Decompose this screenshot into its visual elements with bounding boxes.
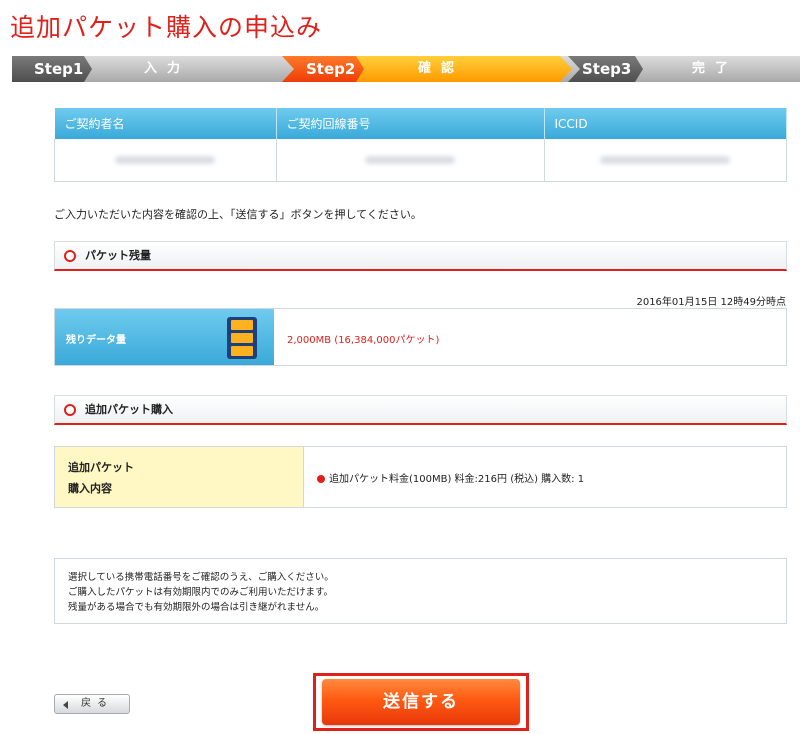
notes-box: 選択している携帯電話番号をご確認のうえ、ご購入ください。 ご購入したパケットは有… [54, 558, 787, 624]
note-line: ご購入したパケットは有効期限内でのみご利用いただけます。 [68, 587, 334, 598]
instruction-text: ご入力いただいた内容を確認の上、「送信する」ボタンを押してください。 [54, 208, 422, 221]
purchase-details-row: 追加パケット 購入内容 追加パケット料金(100MB) 料金:216円 (税込)… [54, 446, 787, 508]
back-arrow-icon [63, 701, 68, 709]
data-gauge-icon [227, 317, 257, 359]
circle-bullet-icon [64, 250, 76, 262]
blurred-value [365, 156, 455, 164]
step2-name: 確認 [418, 61, 465, 76]
page-title: 追加パケット購入の申込み [10, 13, 323, 42]
section-packet-remaining: パケット残量 [54, 241, 787, 271]
remaining-label: 残りデータ量 [66, 335, 126, 346]
red-dot-icon [317, 475, 325, 483]
blurred-value [600, 156, 731, 164]
back-button[interactable]: 戻る [54, 694, 130, 714]
contract-info-table: ご契約者名 ご契約回線番号 ICCID [54, 108, 787, 182]
step-progress-bar: Step1 入力 Step2 確認 Step3 完了 [12, 56, 800, 82]
purchase-label-line2: 購入内容 [68, 482, 112, 495]
step3-name: 完了 [692, 61, 739, 76]
section-additional-purchase: 追加パケット購入 [54, 395, 787, 425]
circle-bullet-icon [64, 404, 76, 416]
section-title: 追加パケット購入 [85, 403, 173, 416]
step1-number: Step1 [34, 60, 84, 78]
step2-number: Step2 [306, 60, 356, 78]
remaining-timestamp: 2016年01月15日 12時49分時点 [636, 297, 786, 308]
remaining-value: 2,000MB (16,384,000パケット) [287, 335, 440, 346]
contract-name-value [54, 139, 277, 182]
purchase-label-line1: 追加パケット [68, 461, 134, 474]
purchase-value-text: 追加パケット料金(100MB) 料金:216円 (税込) 購入数: 1 [329, 474, 585, 485]
remaining-data-row: 残りデータ量 2,000MB (16,384,000パケット) [54, 308, 787, 366]
section-title: パケット残量 [85, 249, 151, 262]
header-contract-name: ご契約者名 [54, 108, 277, 139]
purchase-label-cell: 追加パケット 購入内容 [55, 447, 304, 507]
header-line-number: ご契約回線番号 [276, 108, 545, 139]
iccid-value [543, 139, 787, 182]
step3-number: Step3 [582, 60, 632, 78]
send-button[interactable]: 送信する [322, 679, 520, 725]
back-button-label: 戻る [81, 698, 113, 709]
note-line: 残量がある場合でも有効期限外の場合は引き継がれません。 [68, 602, 325, 613]
step1-name: 入力 [144, 61, 191, 76]
remaining-label-cell: 残りデータ量 [55, 309, 274, 365]
note-line: 選択している携帯電話番号をご確認のうえ、ご購入ください。 [68, 572, 334, 583]
blurred-value [115, 156, 216, 164]
header-iccid: ICCID [544, 108, 787, 139]
purchase-value: 追加パケット料金(100MB) 料金:216円 (税込) 購入数: 1 [317, 470, 584, 485]
line-number-value [275, 139, 545, 182]
